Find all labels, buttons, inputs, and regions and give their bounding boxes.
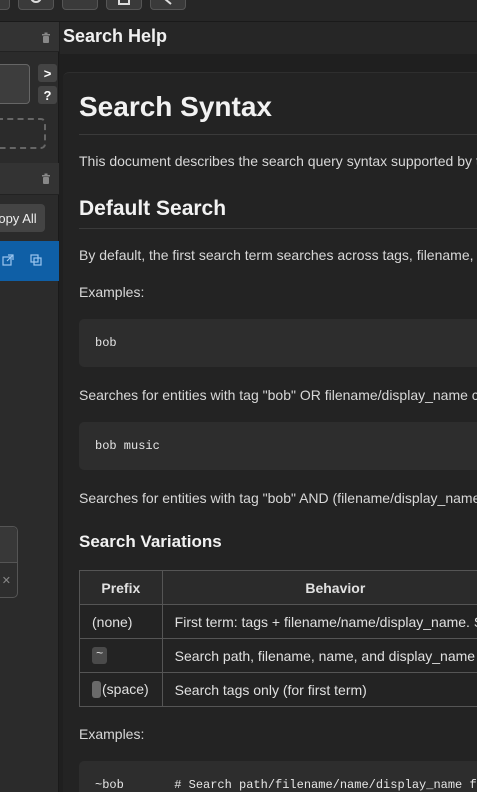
heading-rule (79, 134, 477, 135)
behavior-cell: First term: tags + filename/name/display… (161, 604, 477, 639)
code-block: bob (79, 319, 477, 367)
doc-intro: This document describes the search query… (79, 153, 477, 169)
prefix-cell: (none) (79, 604, 163, 639)
examples-label: Examples: (79, 284, 145, 300)
behavior-cell: Search tags only (for first term) (161, 672, 477, 707)
refresh-icon (30, 0, 42, 3)
copy-all-button[interactable]: opy All (0, 204, 45, 232)
page-title: Search Help (63, 26, 168, 46)
prefix-label: (space) (102, 680, 149, 697)
sidebar-header (0, 22, 59, 52)
search-icon (164, 0, 172, 5)
toolbar-save-button[interactable] (106, 0, 142, 10)
space-code (92, 681, 101, 699)
code-text: bob (95, 336, 117, 350)
prefix-cell: (space) (79, 672, 163, 707)
doc-heading-default-search: Default Search (79, 197, 227, 220)
sidebar-query-field[interactable] (0, 64, 30, 104)
table-row: ~ Search path, filename, name, and displ… (79, 638, 477, 673)
expand-button[interactable]: > (38, 64, 57, 82)
heading-rule (79, 228, 477, 229)
examples-label: Examples: (79, 726, 145, 742)
behavior-cell: Search path, filename, name, and display… (161, 638, 477, 673)
code-description: Searches for entities with tag "bob" AND… (79, 490, 477, 506)
default-search-description: By default, the first search term search… (79, 247, 474, 263)
main-header: Search Help (60, 22, 477, 54)
toolbar-button[interactable] (62, 0, 98, 10)
open-external-icon[interactable] (2, 254, 14, 266)
code-description: Searches for entities with tag "bob" OR … (79, 387, 477, 403)
selected-list-item[interactable] (0, 241, 59, 281)
popover-header (0, 527, 17, 563)
toolbar-search-button[interactable] (150, 0, 186, 10)
doc-heading-search-variations: Search Variations (79, 532, 222, 551)
column-header-behavior: Behavior (161, 570, 477, 605)
help-button[interactable]: ? (38, 86, 57, 104)
close-icon[interactable]: ✕ (2, 574, 11, 587)
popover: ✕ (0, 526, 18, 598)
table-row: (none) First term: tags + filename/name/… (79, 604, 477, 639)
prefix-cell: ~ (79, 638, 163, 673)
table-header-row: Prefix Behavior (79, 570, 477, 605)
copy-icon[interactable] (30, 254, 42, 266)
code-text: ~bob # Search path/filename/name/display… (95, 778, 477, 792)
sidebar-section-header (0, 163, 59, 195)
trash-icon[interactable] (41, 173, 51, 184)
save-icon (118, 0, 130, 5)
table-row: (space) Search tags only (for first term… (79, 672, 477, 707)
trash-icon[interactable] (41, 32, 51, 43)
help-panel: Search Syntax This document describes th… (63, 72, 477, 792)
code-block: bob music (79, 422, 477, 470)
code-block: ~bob # Search path/filename/name/display… (79, 761, 477, 792)
toolbar-refresh-button[interactable] (18, 0, 54, 10)
doc-heading-search-syntax: Search Syntax (79, 91, 272, 122)
drop-zone[interactable] (0, 118, 46, 149)
variations-table: Prefix Behavior (none) First term: tags … (79, 570, 477, 707)
sidebar: > ? opy All ✕ (0, 22, 59, 792)
column-header-prefix: Prefix (79, 570, 163, 605)
top-toolbar (0, 0, 477, 22)
toolbar-button-partial[interactable] (0, 0, 10, 10)
code-text: bob music (95, 439, 160, 453)
tilde-code: ~ (92, 647, 108, 665)
